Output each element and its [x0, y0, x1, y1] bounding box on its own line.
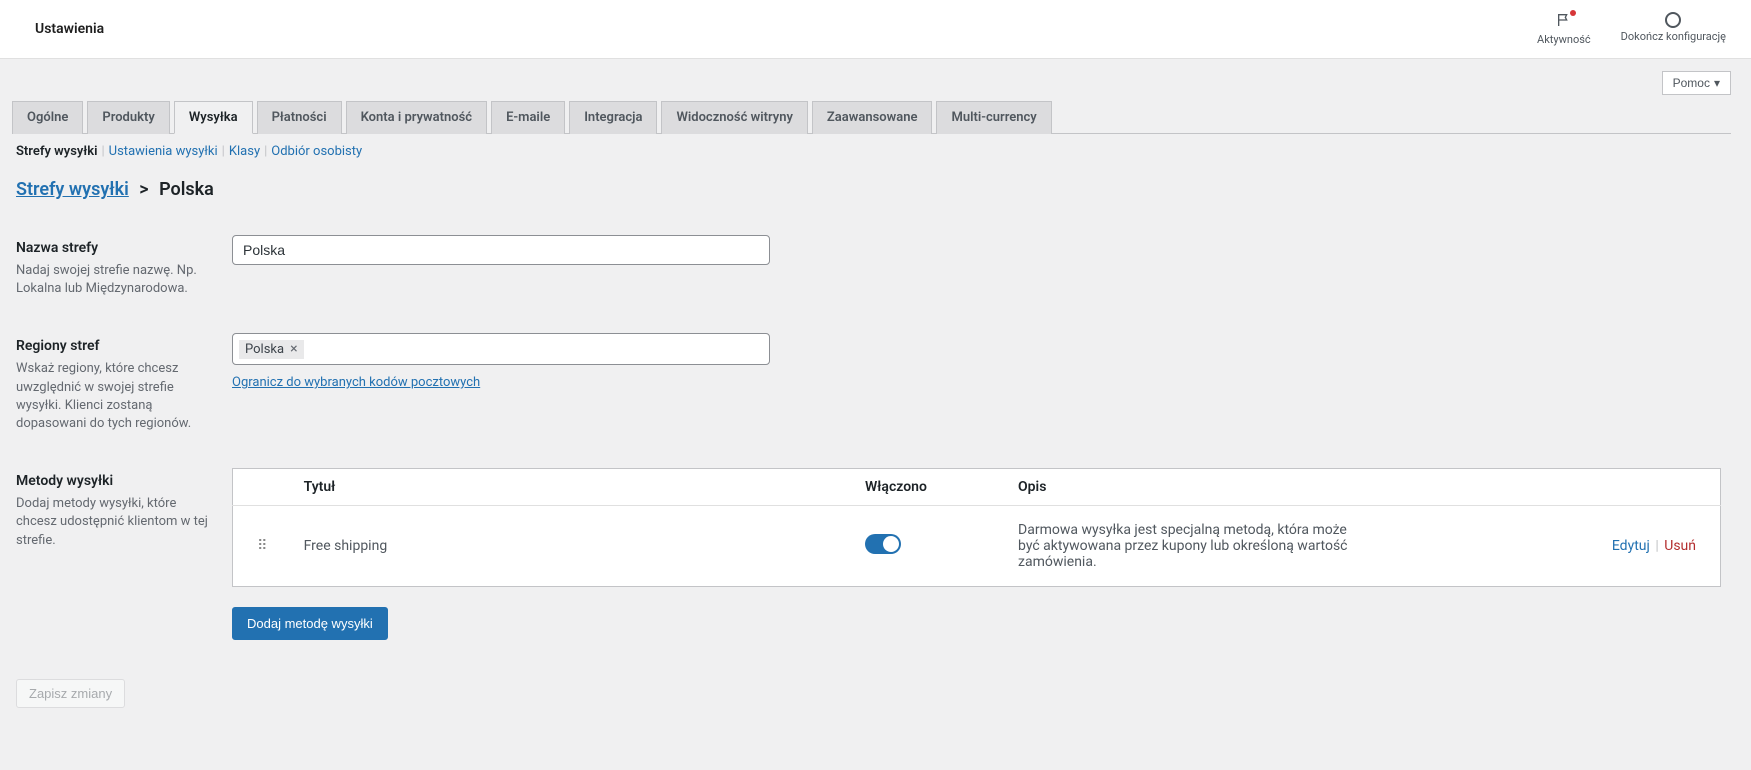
notification-dot-icon	[1570, 10, 1576, 16]
activity-button[interactable]: Aktywność	[1537, 12, 1591, 46]
delete-link[interactable]: Usuń	[1664, 538, 1696, 554]
subnav-link[interactable]: Klasy	[229, 144, 260, 159]
zone-regions-input[interactable]: Polska ×	[232, 333, 770, 365]
content: Pomoc ▾ OgólneProduktyWysyłkaPłatnościKo…	[0, 59, 1751, 728]
method-desc: Darmowa wysyłka jest specjalną metodą, k…	[1006, 506, 1363, 587]
shipping-methods-table: Tytuł Włączono Opis ⠿ Free shipping Darm…	[232, 468, 1721, 587]
col-actions	[1363, 469, 1720, 506]
methods-label: Metody wysyłki	[16, 473, 113, 489]
add-method-button[interactable]: Dodaj metodę wysyłki	[232, 607, 388, 640]
breadcrumb-root-link[interactable]: Strefy wysyłki	[16, 179, 129, 200]
tab-e-maile[interactable]: E-maile	[491, 101, 565, 134]
table-row: ⠿ Free shipping Darmowa wysyłka jest spe…	[233, 506, 1721, 587]
limit-postcodes-link[interactable]: Ogranicz do wybranych kodów pocztowych	[232, 375, 480, 390]
page-title: Ustawienia	[35, 21, 104, 37]
finish-label: Dokończ konfigurację	[1621, 30, 1726, 43]
subnav-link[interactable]: Ustawienia wysyłki	[109, 144, 218, 159]
method-title: Free shipping	[292, 506, 853, 587]
col-drag	[233, 469, 292, 506]
zone-regions-label: Regiony stref	[16, 338, 100, 354]
methods-desc: Dodaj metody wysyłki, które chcesz udost…	[16, 495, 212, 550]
subnav-separator: |	[222, 144, 225, 159]
tab-zaawansowane[interactable]: Zaawansowane	[812, 101, 933, 134]
shipping-subnav: Strefy wysyłki | Ustawienia wysyłki | Klasy |…	[12, 134, 1731, 171]
finish-setup-button[interactable]: Dokończ konfigurację	[1621, 12, 1726, 46]
subnav-separator: |	[264, 144, 267, 159]
tab-multi-currency[interactable]: Multi-currency	[936, 101, 1051, 134]
settings-tabs: OgólneProduktyWysyłkaPłatnościKonta i pr…	[12, 101, 1731, 134]
save-button[interactable]: Zapisz zmiany	[16, 679, 125, 708]
zone-form: Nazwa strefy Nadaj swojej strefie nazwę.…	[12, 220, 1731, 655]
tab-wysyłka[interactable]: Wysyłka	[174, 101, 253, 134]
help-button[interactable]: Pomoc ▾	[1662, 71, 1731, 95]
flag-icon	[1556, 12, 1572, 31]
zone-name-label: Nazwa strefy	[16, 240, 98, 256]
zone-name-input[interactable]	[232, 235, 770, 265]
breadcrumb-separator: >	[139, 179, 148, 200]
top-bar-actions: Aktywność Dokończ konfigurację	[1537, 12, 1726, 46]
breadcrumb: Strefy wysyłki > Polska	[12, 171, 1731, 220]
tab-ogólne[interactable]: Ogólne	[12, 101, 83, 134]
zone-name-label-cell: Nazwa strefy Nadaj swojej strefie nazwę.…	[12, 220, 222, 318]
zone-regions-desc: Wskaż regiony, które chcesz uwzględnić w…	[16, 360, 212, 433]
circle-icon	[1665, 12, 1681, 28]
subnav-current: Strefy wysyłki	[16, 144, 97, 159]
region-tag-label: Polska	[245, 342, 284, 357]
action-separator: |	[1655, 538, 1658, 554]
subnav-separator: |	[101, 144, 104, 159]
tab-widoczność-witryny[interactable]: Widoczność witryny	[661, 101, 807, 134]
edit-link[interactable]: Edytuj	[1612, 538, 1650, 554]
zone-name-desc: Nadaj swojej strefie nazwę. Np. Lokalna …	[16, 262, 212, 298]
close-icon[interactable]: ×	[290, 342, 297, 356]
col-desc: Opis	[1006, 469, 1363, 506]
region-tag: Polska ×	[239, 340, 304, 359]
activity-label: Aktywność	[1537, 33, 1591, 46]
subnav-link[interactable]: Odbiór osobisty	[271, 144, 362, 159]
zone-regions-label-cell: Regiony stref Wskaż regiony, które chces…	[12, 318, 222, 453]
enabled-toggle[interactable]	[865, 534, 901, 554]
methods-label-cell: Metody wysyłki Dodaj metody wysyłki, któ…	[12, 453, 222, 655]
tab-produkty[interactable]: Produkty	[87, 101, 169, 134]
breadcrumb-current: Polska	[159, 179, 214, 200]
chevron-down-icon: ▾	[1714, 76, 1720, 90]
help-label: Pomoc	[1673, 76, 1710, 90]
tab-integracja[interactable]: Integracja	[569, 101, 657, 134]
tab-płatności[interactable]: Płatności	[257, 101, 342, 134]
help-row: Pomoc ▾	[12, 71, 1731, 95]
tab-konta-i-prywatność[interactable]: Konta i prywatność	[346, 101, 487, 134]
col-title: Tytuł	[292, 469, 853, 506]
drag-handle-icon[interactable]: ⠿	[257, 538, 267, 554]
col-enabled: Włączono	[853, 469, 1006, 506]
top-bar: Ustawienia Aktywność Dokończ konfiguracj…	[0, 0, 1751, 59]
